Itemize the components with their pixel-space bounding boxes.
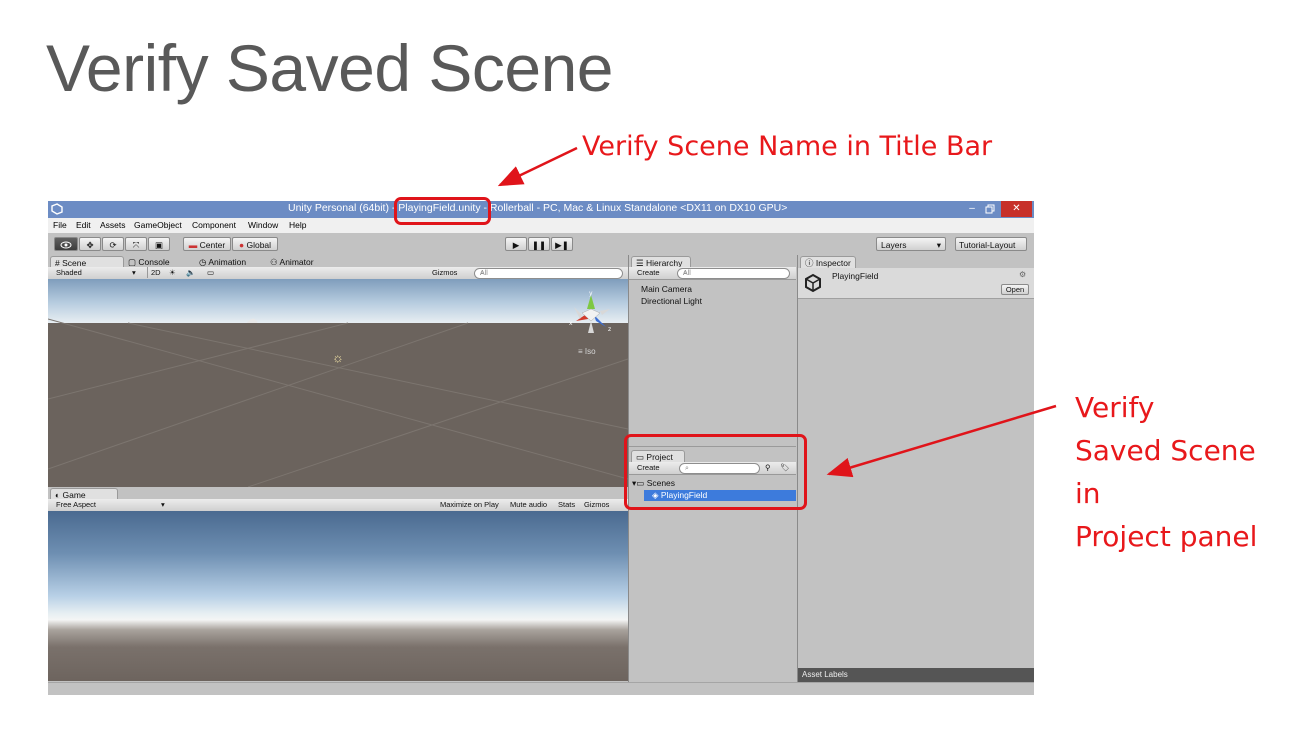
arrow-to-project — [826, 404, 1057, 478]
arrow-to-title — [497, 146, 578, 187]
callout-arrows — [497, 146, 1057, 478]
